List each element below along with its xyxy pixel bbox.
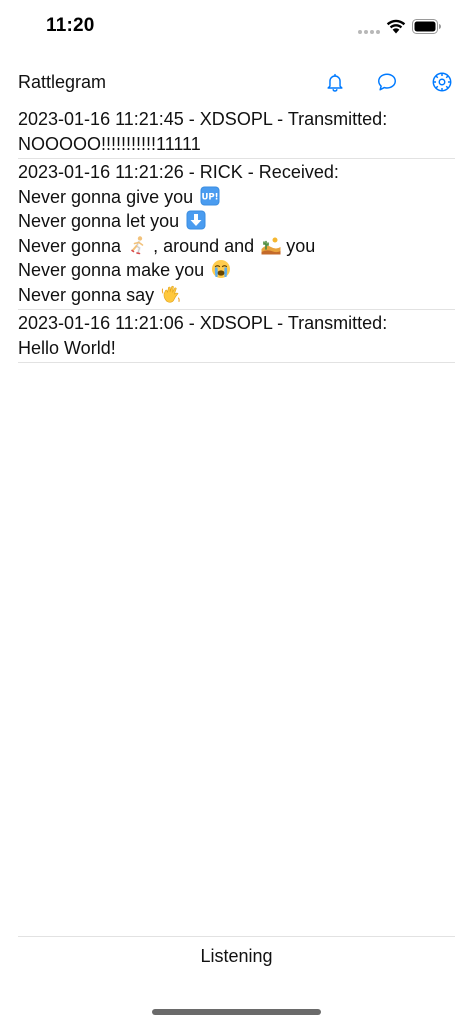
message-text: , around and [153,235,255,256]
wifi-icon [386,19,406,34]
message-header: 2023-01-16 11:21:26 - RICK - Received: [18,162,339,182]
message-text: Never gonna make you [18,260,205,280]
message-text: Never gonna say [18,284,155,305]
message-text: Never gonna [18,235,122,256]
message-text-line: Never gonna give you UP! [18,185,455,210]
message-header: 2023-01-16 11:21:06 - XDSOPL - Transmitt… [18,313,388,333]
message-text-line: Never gonna say [18,283,455,308]
message-list[interactable]: 2023-01-16 11:21:45 - XDSOPL - Transmitt… [18,106,455,363]
settings-button[interactable] [429,69,455,95]
battery-icon [412,19,441,34]
status-time: 11:20 [46,15,95,36]
navigation-bar: Rattlegram [0,62,473,102]
gear-icon [432,72,452,92]
home-indicator[interactable] [152,1009,321,1015]
svg-text:UP!: UP! [202,192,219,202]
bell-icon [327,73,343,92]
status-bar: 11:20 [0,0,473,54]
cellular-signal-icon [358,30,380,34]
message-header: 2023-01-16 11:21:45 - XDSOPL - Transmitt… [18,109,388,129]
crying-face-emoji [212,260,231,278]
desert-emoji [261,237,281,254]
message-text-line: Never gonna , around and you [18,234,455,259]
waving-hand-emoji [161,285,180,303]
message-item[interactable]: 2023-01-16 11:21:45 - XDSOPL - Transmitt… [18,106,455,159]
notifications-button[interactable] [322,69,348,95]
message-text: Never gonna let you [18,211,180,231]
up-button-emoji: UP! [200,186,220,205]
chat-bubble-icon [378,73,396,91]
app-title: Rattlegram [18,72,107,92]
message-text: Never gonna give you [18,186,194,207]
message-text: you [286,235,316,256]
compose-message-button[interactable] [374,69,400,95]
footer-divider [18,936,455,937]
running-person-emoji [131,235,144,254]
message-text-line: Never gonna make you [18,258,455,283]
message-text: Hello World! [18,337,116,358]
message-text-line: Never gonna let you [18,209,455,234]
listening-status: Listening [200,946,273,966]
message-item[interactable]: 2023-01-16 11:21:06 - XDSOPL - Transmitt… [18,310,455,363]
down-arrow-emoji [186,210,206,230]
message-text: NOOOOO!!!!!!!!!!!11111 [18,133,201,154]
message-item[interactable]: 2023-01-16 11:21:26 - RICK - Received: N… [18,159,455,310]
